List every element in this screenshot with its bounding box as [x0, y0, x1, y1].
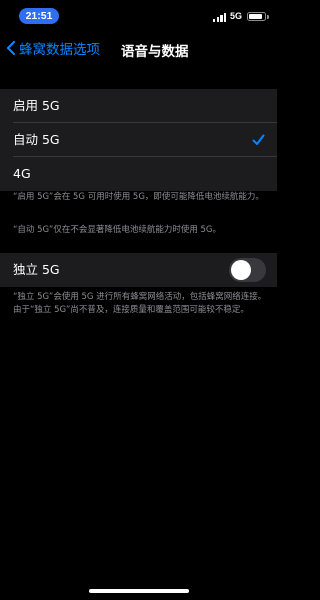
option-auto-5g[interactable]: 自动 5G	[0, 123, 277, 157]
page-title: 语音与数据	[121, 44, 189, 60]
standalone-5g-toggle[interactable]	[229, 258, 266, 282]
back-button[interactable]: 蜂窝数据选项	[5, 37, 100, 59]
enable-5g-footnote: “启用 5G”会在 5G 可用时使用 5G，即使可能降低电池续航能力。	[13, 192, 264, 202]
standalone-5g-label: 独立 5G	[13, 262, 60, 277]
chevron-left-icon	[6, 40, 16, 56]
network-type: 5G	[230, 11, 243, 21]
checkmark-icon	[252, 134, 265, 145]
standalone-5g-group: 独立 5G	[0, 253, 277, 287]
nav-bar: 蜂窝数据选项 语音与数据	[0, 32, 277, 64]
back-button-label: 蜂窝数据选项	[19, 42, 100, 58]
network-options-group: 启用 5G 自动 5G 4G	[0, 89, 277, 191]
option-label: 4G	[13, 166, 31, 181]
home-indicator[interactable]	[89, 589, 189, 593]
screen: 21:51 5G 蜂窝数据选项 语音与数据 启用 5G 自动 5G 4G “启用…	[0, 0, 277, 600]
battery-icon	[247, 12, 266, 21]
option-label: 自动 5G	[13, 132, 60, 147]
status-bar: 21:51 5G	[0, 0, 277, 32]
battery-tip	[267, 15, 269, 19]
option-enable-5g[interactable]: 启用 5G	[0, 89, 277, 123]
signal-icon	[213, 13, 227, 22]
option-4g[interactable]: 4G	[0, 157, 277, 191]
battery-level	[249, 14, 262, 19]
standalone-5g-row: 独立 5G	[0, 253, 277, 287]
status-time[interactable]: 21:51	[19, 8, 59, 24]
toggle-knob	[231, 260, 251, 280]
standalone-5g-footnote: “独立 5G”会使用 5G 进行所有蜂窝网络活动，包括蜂窝网络连接。由于“独立 …	[13, 292, 267, 315]
option-label: 启用 5G	[13, 98, 60, 113]
auto-5g-footnote: “自动 5G”仅在不会显著降低电池续航能力时使用 5G。	[13, 225, 222, 235]
